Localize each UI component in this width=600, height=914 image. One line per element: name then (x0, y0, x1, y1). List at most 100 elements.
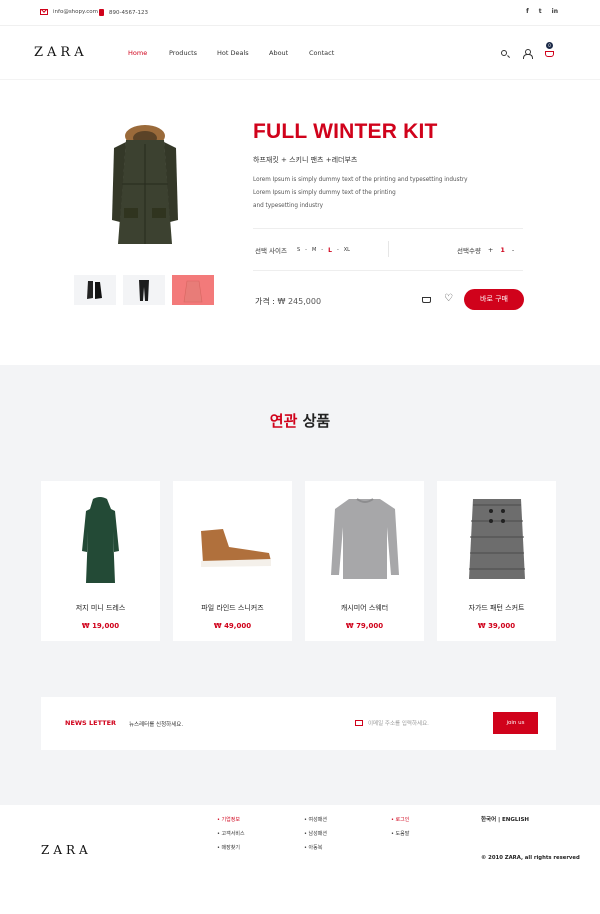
size-option-l[interactable]: L (328, 247, 332, 254)
language-switcher[interactable]: 한국어 | ENGLISH (481, 815, 529, 823)
search-icon[interactable] (501, 50, 507, 56)
twitter-icon[interactable]: t (539, 8, 542, 15)
footer-link-help[interactable]: 도움말 (391, 827, 410, 841)
page: info@shopy.com 890-4567-123 f t in ZARA … (0, 0, 600, 914)
product-price: ₩ 39,000 (477, 622, 516, 630)
newsletter-email-input[interactable]: 이메일 주소를 입력하세요. (368, 719, 429, 727)
price-value: ₩ 245,000 (277, 297, 322, 306)
footer-link-store-finder[interactable]: 매장찾기 (217, 841, 245, 855)
contact-email[interactable]: info@shopy.com (40, 9, 98, 15)
product-price: 가격 : ₩ 245,000 (255, 296, 321, 307)
nav-about[interactable]: About (269, 49, 309, 57)
buy-now-button[interactable]: 바로 구매 (464, 289, 524, 310)
product-main-image (112, 125, 178, 244)
title-rest: 상품 (302, 412, 331, 430)
product-name: 자가드 패턴 스커트 (468, 604, 525, 612)
product-card[interactable]: 자가드 패턴 스커트 ₩ 39,000 (437, 481, 556, 641)
footer-link-login[interactable]: 로그인 (391, 813, 410, 827)
section-title: 연관 상품 (0, 410, 600, 431)
size-separator: - (336, 246, 339, 253)
divider (253, 270, 523, 271)
footer: ZARA 기업정보 고객서비스 매장찾기 여성패션 남성패션 아동복 로그인 도… (0, 805, 600, 914)
add-to-cart-icon[interactable] (421, 295, 431, 303)
product-card[interactable]: 저지 미니 드레스 ₩ 19,000 (41, 481, 160, 641)
nav-contact[interactable]: Contact (309, 49, 349, 57)
quantity-increase-button[interactable]: + (488, 246, 493, 254)
price-label: 가격 : (255, 297, 275, 306)
cart-count-badge: 0 (546, 42, 553, 49)
size-option-xl[interactable]: XL (344, 247, 350, 254)
boots-icon (87, 281, 102, 299)
dress-image (82, 497, 119, 583)
product-thumbnails (74, 275, 214, 305)
product-card[interactable]: 캐시미어 스웨터 ₩ 79,000 (305, 481, 424, 641)
size-selector: 선택 사이즈 S - M - L - XL (255, 245, 350, 256)
size-option-m[interactable]: M (312, 247, 316, 254)
product-description: Lorem Ipsum is simply dummy text of the … (253, 174, 513, 213)
description-line: Lorem Ipsum is simply dummy text of the … (253, 190, 396, 196)
facebook-icon[interactable]: f (526, 8, 529, 15)
cart-icon[interactable] (545, 51, 554, 57)
product-subtitle: 하프재킷 + 스키니 팬츠 +레더부츠 (253, 156, 358, 164)
thumbnail-pants[interactable] (123, 275, 165, 305)
size-label: 선택 사이즈 (255, 247, 287, 255)
jacket-icon (183, 280, 203, 303)
top-bar: info@shopy.com 890-4567-123 f t in (0, 0, 600, 26)
skirt-image (469, 499, 525, 579)
mail-icon (40, 9, 48, 15)
email-text: info@shopy.com (53, 9, 98, 15)
quantity-stepper: 선택수량 + 1 - (457, 245, 514, 255)
footer-logo[interactable]: ZARA (41, 843, 92, 857)
wishlist-heart-icon[interactable]: ♡ (444, 294, 453, 304)
product-card[interactable]: 파일 라인드 스니커즈 ₩ 49,000 (173, 481, 292, 641)
main-nav: Home Products Hot Deals About Contact (128, 49, 349, 57)
product-price: ₩ 19,000 (81, 622, 120, 630)
social-links: f t in (526, 8, 558, 15)
footer-column-categories: 여성패션 남성패션 아동복 (304, 813, 327, 855)
description-line: and typesetting industry (253, 203, 324, 209)
newsletter-title: NEWS LETTER (65, 719, 117, 727)
footer-link-kids[interactable]: 아동복 (304, 841, 327, 855)
user-icon[interactable] (523, 49, 533, 59)
join-us-button[interactable]: join us (493, 712, 538, 734)
mail-icon (355, 720, 363, 726)
description-line: Lorem Ipsum is simply dummy text of the … (253, 177, 468, 183)
header-icons: 0 (498, 42, 558, 62)
nav-home[interactable]: Home (128, 49, 169, 57)
phone-text: 890-4567-123 (109, 9, 148, 16)
options-separator (388, 241, 389, 257)
footer-link-women[interactable]: 여성패션 (304, 813, 327, 827)
quantity-label: 선택수량 (457, 247, 481, 255)
footer-link-company-info[interactable]: 기업정보 (217, 813, 245, 827)
main-header: ZARA Home Products Hot Deals About Conta… (0, 26, 600, 80)
size-option-s[interactable]: S (297, 247, 300, 254)
thumbnail-jacket[interactable] (172, 275, 214, 305)
title-highlight: 연관 (269, 412, 298, 430)
product-name: 캐시미어 스웨터 (340, 604, 389, 612)
product-price: ₩ 49,000 (213, 622, 252, 630)
footer-column-company: 기업정보 고객서비스 매장찾기 (217, 813, 245, 855)
quantity-value: 1 (500, 246, 505, 254)
sweater-image (331, 498, 399, 579)
product-title: FULL WINTER KIT (253, 120, 438, 143)
sneaker-image (201, 529, 271, 567)
instagram-icon[interactable]: in (552, 8, 558, 15)
size-separator: - (321, 246, 324, 253)
size-options: S - M - L - XL (297, 247, 350, 254)
related-products-section: 연관 상품 저지 미니 드레스 ₩ 19,000 파일 라인드 스니커즈 ₩ 4… (0, 365, 600, 805)
thumbnail-boots[interactable] (74, 275, 116, 305)
product-price: ₩ 79,000 (345, 622, 384, 630)
quantity-decrease-button[interactable]: - (512, 246, 514, 254)
product-name: 파일 라인드 스니커즈 (201, 604, 264, 612)
pants-icon (139, 280, 149, 301)
footer-link-customer-service[interactable]: 고객서비스 (217, 827, 245, 841)
footer-link-men[interactable]: 남성패션 (304, 827, 327, 841)
contact-phone[interactable]: 890-4567-123 (99, 9, 148, 16)
logo[interactable]: ZARA (34, 45, 88, 60)
nav-hot-deals[interactable]: Hot Deals (217, 49, 269, 57)
newsletter-description: 뉴스레터를 신청하세요. (129, 722, 184, 728)
phone-icon (99, 9, 104, 16)
copyright-text: © 2010 ZARA, all rights reserved (481, 855, 580, 861)
size-separator: - (305, 246, 307, 253)
nav-products[interactable]: Products (169, 49, 217, 57)
